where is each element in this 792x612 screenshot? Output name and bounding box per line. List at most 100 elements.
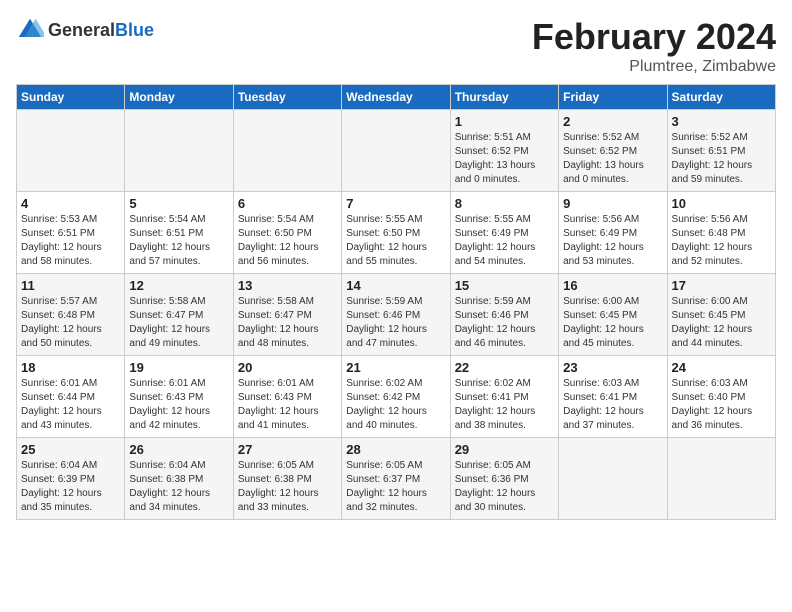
calendar-week-row: 18 Sunrise: 6:01 AM Sunset: 6:44 PM Dayli… bbox=[17, 356, 776, 438]
day-number: 11 bbox=[21, 278, 120, 293]
day-number: 2 bbox=[563, 114, 662, 129]
calendar-table: SundayMondayTuesdayWednesdayThursdayFrid… bbox=[16, 84, 776, 520]
calendar-cell: 3Sunrise: 5:52 AM Sunset: 6:51 PM Daylig… bbox=[667, 110, 775, 192]
day-info: Sunrise: 5:57 AM Sunset: 6:48 PM Dayligh… bbox=[21, 295, 120, 351]
day-info: Sunrise: 6:04 AM Sunset: 6:38 PM Dayligh… bbox=[129, 459, 228, 515]
location-title: Plumtree, Zimbabwe bbox=[532, 58, 776, 76]
calendar-cell: 24 Sunrise: 6:03 AM Sunset: 6:40 PM Dayli… bbox=[667, 356, 775, 438]
calendar-cell: 18 Sunrise: 6:01 AM Sunset: 6:44 PM Dayli… bbox=[17, 356, 125, 438]
day-number: 3 bbox=[672, 114, 771, 129]
calendar-body: 1 Sunrise: 5:51 AM Sunset: 6:52 PM Daylig… bbox=[17, 110, 776, 520]
calendar-week-row: 1 Sunrise: 5:51 AM Sunset: 6:52 PM Daylig… bbox=[17, 110, 776, 192]
day-number: 20 bbox=[238, 360, 337, 375]
weekday-header: Saturday bbox=[667, 85, 775, 110]
day-number: 4 bbox=[21, 196, 120, 211]
calendar-cell: 4 Sunrise: 5:53 AM Sunset: 6:51 PM Daylig… bbox=[17, 192, 125, 274]
day-info: Sunrise: 6:05 AM Sunset: 6:36 PM Dayligh… bbox=[455, 459, 554, 515]
day-info: Sunrise: 5:51 AM Sunset: 6:52 PM Dayligh… bbox=[455, 131, 554, 187]
calendar-cell bbox=[342, 110, 450, 192]
day-info: Sunrise: 5:56 AM Sunset: 6:48 PM Dayligh… bbox=[672, 213, 771, 269]
calendar-cell: 26 Sunrise: 6:04 AM Sunset: 6:38 PM Dayli… bbox=[125, 438, 233, 520]
calendar-cell: 14Sunrise: 5:59 AM Sunset: 6:46 PM Dayli… bbox=[342, 274, 450, 356]
day-info: Sunrise: 5:59 AM Sunset: 6:46 PM Dayligh… bbox=[455, 295, 554, 351]
day-info: Sunrise: 6:00 AM Sunset: 6:45 PM Dayligh… bbox=[563, 295, 662, 351]
day-info: Sunrise: 5:55 AM Sunset: 6:50 PM Dayligh… bbox=[346, 213, 445, 269]
day-info: Sunrise: 6:02 AM Sunset: 6:42 PM Dayligh… bbox=[346, 377, 445, 433]
day-info: Sunrise: 5:53 AM Sunset: 6:51 PM Dayligh… bbox=[21, 213, 120, 269]
day-number: 19 bbox=[129, 360, 228, 375]
day-info: Sunrise: 6:03 AM Sunset: 6:40 PM Dayligh… bbox=[672, 377, 771, 433]
calendar-cell: 20 Sunrise: 6:01 AM Sunset: 6:43 PM Dayli… bbox=[233, 356, 341, 438]
day-info: Sunrise: 5:55 AM Sunset: 6:49 PM Dayligh… bbox=[455, 213, 554, 269]
calendar-week-row: 25Sunrise: 6:04 AM Sunset: 6:39 PM Dayli… bbox=[17, 438, 776, 520]
weekday-header: Wednesday bbox=[342, 85, 450, 110]
calendar-cell: 29 Sunrise: 6:05 AM Sunset: 6:36 PM Dayli… bbox=[450, 438, 558, 520]
day-number: 13 bbox=[238, 278, 337, 293]
day-number: 23 bbox=[563, 360, 662, 375]
day-number: 9 bbox=[563, 196, 662, 211]
day-info: Sunrise: 6:01 AM Sunset: 6:44 PM Dayligh… bbox=[21, 377, 120, 433]
day-info: Sunrise: 5:56 AM Sunset: 6:49 PM Dayligh… bbox=[563, 213, 662, 269]
calendar-cell: 17 Sunrise: 6:00 AM Sunset: 6:45 PM Dayli… bbox=[667, 274, 775, 356]
logo: GeneralBlue bbox=[16, 16, 154, 44]
calendar-cell: 15 Sunrise: 5:59 AM Sunset: 6:46 PM Dayli… bbox=[450, 274, 558, 356]
day-number: 5 bbox=[129, 196, 228, 211]
day-info: Sunrise: 6:00 AM Sunset: 6:45 PM Dayligh… bbox=[672, 295, 771, 351]
calendar-cell: 11 Sunrise: 5:57 AM Sunset: 6:48 PM Dayli… bbox=[17, 274, 125, 356]
calendar-header-row: SundayMondayTuesdayWednesdayThursdayFrid… bbox=[17, 85, 776, 110]
weekday-header: Monday bbox=[125, 85, 233, 110]
calendar-cell: 6 Sunrise: 5:54 AM Sunset: 6:50 PM Daylig… bbox=[233, 192, 341, 274]
day-number: 15 bbox=[455, 278, 554, 293]
weekday-header: Sunday bbox=[17, 85, 125, 110]
calendar-cell: 19 Sunrise: 6:01 AM Sunset: 6:43 PM Dayli… bbox=[125, 356, 233, 438]
day-number: 12 bbox=[129, 278, 228, 293]
weekday-header: Tuesday bbox=[233, 85, 341, 110]
day-number: 16 bbox=[563, 278, 662, 293]
day-info: Sunrise: 5:54 AM Sunset: 6:50 PM Dayligh… bbox=[238, 213, 337, 269]
day-number: 27 bbox=[238, 442, 337, 457]
logo-text-blue: Blue bbox=[115, 20, 154, 40]
calendar-cell bbox=[233, 110, 341, 192]
day-number: 8 bbox=[455, 196, 554, 211]
calendar-cell: 9 Sunrise: 5:56 AM Sunset: 6:49 PM Daylig… bbox=[559, 192, 667, 274]
calendar-cell bbox=[559, 438, 667, 520]
calendar-cell: 21Sunrise: 6:02 AM Sunset: 6:42 PM Dayli… bbox=[342, 356, 450, 438]
calendar-cell: 2Sunrise: 5:52 AM Sunset: 6:52 PM Daylig… bbox=[559, 110, 667, 192]
weekday-header: Friday bbox=[559, 85, 667, 110]
day-number: 24 bbox=[672, 360, 771, 375]
day-number: 26 bbox=[129, 442, 228, 457]
day-number: 18 bbox=[21, 360, 120, 375]
day-info: Sunrise: 6:03 AM Sunset: 6:41 PM Dayligh… bbox=[563, 377, 662, 433]
day-number: 22 bbox=[455, 360, 554, 375]
calendar-cell: 10Sunrise: 5:56 AM Sunset: 6:48 PM Dayli… bbox=[667, 192, 775, 274]
weekday-header: Thursday bbox=[450, 85, 558, 110]
logo-text-general: General bbox=[48, 20, 115, 40]
day-number: 25 bbox=[21, 442, 120, 457]
day-info: Sunrise: 6:05 AM Sunset: 6:38 PM Dayligh… bbox=[238, 459, 337, 515]
day-number: 28 bbox=[346, 442, 445, 457]
month-title: February 2024 bbox=[532, 16, 776, 58]
day-info: Sunrise: 6:01 AM Sunset: 6:43 PM Dayligh… bbox=[238, 377, 337, 433]
day-info: Sunrise: 5:58 AM Sunset: 6:47 PM Dayligh… bbox=[129, 295, 228, 351]
calendar-cell: 16 Sunrise: 6:00 AM Sunset: 6:45 PM Dayli… bbox=[559, 274, 667, 356]
calendar-week-row: 4 Sunrise: 5:53 AM Sunset: 6:51 PM Daylig… bbox=[17, 192, 776, 274]
day-info: Sunrise: 5:58 AM Sunset: 6:47 PM Dayligh… bbox=[238, 295, 337, 351]
calendar-cell: 13 Sunrise: 5:58 AM Sunset: 6:47 PM Dayli… bbox=[233, 274, 341, 356]
day-info: Sunrise: 6:01 AM Sunset: 6:43 PM Dayligh… bbox=[129, 377, 228, 433]
day-number: 17 bbox=[672, 278, 771, 293]
calendar-cell: 5Sunrise: 5:54 AM Sunset: 6:51 PM Daylig… bbox=[125, 192, 233, 274]
logo-icon bbox=[16, 16, 44, 44]
header: GeneralBlue February 2024 Plumtree, Zimb… bbox=[16, 16, 776, 76]
day-info: Sunrise: 5:59 AM Sunset: 6:46 PM Dayligh… bbox=[346, 295, 445, 351]
calendar-cell bbox=[17, 110, 125, 192]
calendar-cell: 23 Sunrise: 6:03 AM Sunset: 6:41 PM Dayli… bbox=[559, 356, 667, 438]
day-number: 7 bbox=[346, 196, 445, 211]
calendar-cell: 7 Sunrise: 5:55 AM Sunset: 6:50 PM Daylig… bbox=[342, 192, 450, 274]
calendar-cell: 28Sunrise: 6:05 AM Sunset: 6:37 PM Dayli… bbox=[342, 438, 450, 520]
day-number: 1 bbox=[455, 114, 554, 129]
day-number: 29 bbox=[455, 442, 554, 457]
calendar-week-row: 11 Sunrise: 5:57 AM Sunset: 6:48 PM Dayli… bbox=[17, 274, 776, 356]
calendar-cell: 12 Sunrise: 5:58 AM Sunset: 6:47 PM Dayli… bbox=[125, 274, 233, 356]
day-number: 6 bbox=[238, 196, 337, 211]
calendar-cell: 27 Sunrise: 6:05 AM Sunset: 6:38 PM Dayli… bbox=[233, 438, 341, 520]
